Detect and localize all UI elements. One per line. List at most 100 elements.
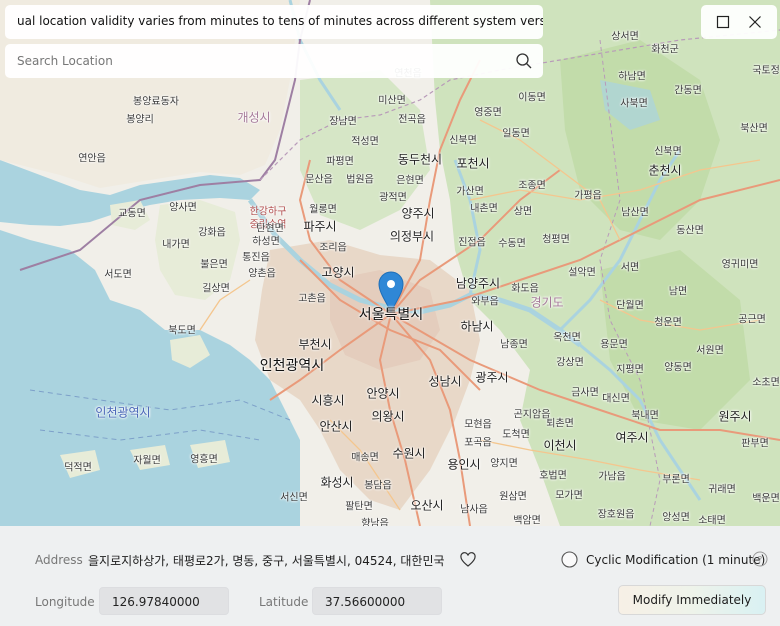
maximize-icon[interactable] <box>714 13 732 31</box>
place-label: 금사면 <box>571 387 599 399</box>
search-bar[interactable] <box>5 44 543 78</box>
place-label: 상면 <box>513 206 533 218</box>
place-label: 파평면 <box>326 156 354 168</box>
place-label: 양주시 <box>401 206 435 221</box>
place-label: 모현읍 <box>464 419 492 431</box>
place-label: 귀래면 <box>708 484 736 496</box>
place-label: 청운면 <box>654 317 682 329</box>
longitude-label: Longitude <box>35 595 95 609</box>
place-label: 월롱면 <box>309 204 337 216</box>
place-label: 신북면 <box>449 135 477 147</box>
place-label: 진접읍 <box>458 237 486 249</box>
place-label: 신북면 <box>654 146 682 158</box>
place-label: 백암면 <box>513 515 541 527</box>
location-panel: Address 을지로지하상가, 태평로2가, 명동, 중구, 서울특별시, 0… <box>0 526 780 626</box>
place-label: 지평면 <box>616 364 644 376</box>
place-label: 문산읍 <box>305 174 333 186</box>
place-label: 소태면 <box>698 515 726 527</box>
place-label: 교동면 <box>118 208 146 220</box>
place-label: 고양시 <box>321 265 355 280</box>
notice-banner: ual location validity varies from minute… <box>5 5 543 39</box>
place-label: 화성시 <box>320 475 354 490</box>
place-label: 부론면 <box>662 474 690 486</box>
place-label: 양지면 <box>490 458 518 470</box>
notice-text: ual location validity varies from minute… <box>17 14 543 28</box>
place-label: 봉담읍 <box>364 480 392 492</box>
place-label: 북내면 <box>631 410 659 422</box>
place-label: 불은면 <box>200 259 228 271</box>
place-label: 가평읍 <box>574 190 602 202</box>
place-label: 서원면 <box>696 345 724 357</box>
svg-text:?: ? <box>758 556 763 566</box>
place-label: 양촌읍 <box>248 268 276 280</box>
place-label: 파주시 <box>303 219 337 234</box>
place-label: 개성시 <box>237 110 271 125</box>
search-icon[interactable] <box>515 52 533 70</box>
modify-immediately-button[interactable]: Modify Immediately <box>618 585 766 615</box>
place-label: 포천시 <box>456 156 490 171</box>
place-label: 전곡읍 <box>398 114 426 126</box>
place-label: 남종면 <box>500 339 528 351</box>
place-label: 조리읍 <box>319 242 347 254</box>
latitude-value: 37.56600000 <box>325 595 406 609</box>
cyclic-modification-label[interactable]: Cyclic Modification (1 minute) <box>586 553 765 567</box>
place-label: 판부면 <box>741 438 769 450</box>
radio-unchecked-icon[interactable] <box>561 551 578 568</box>
place-label: 안양시 <box>366 386 400 401</box>
place-label: 동두천시 <box>397 152 443 167</box>
place-label: 법원읍 <box>346 174 374 186</box>
address-value: 을지로지하상가, 태평로2가, 명동, 중구, 서울특별시, 04524, 대한… <box>88 554 445 568</box>
place-label: 영귀미면 <box>721 259 759 271</box>
place-label: 퇴촌면 <box>546 418 574 430</box>
place-label: 원주시 <box>718 409 752 424</box>
close-icon[interactable] <box>746 13 764 31</box>
place-label: 경기도 <box>530 295 564 310</box>
search-input[interactable] <box>5 44 505 78</box>
place-label: 광주시 <box>475 370 509 385</box>
place-label: 남산면 <box>621 207 649 219</box>
place-label: 용문면 <box>600 339 628 351</box>
place-label: 서신면 <box>280 492 308 504</box>
place-label: 하남시 <box>460 319 494 334</box>
place-label: 설악면 <box>568 267 596 279</box>
place-label: 인천광역시 <box>95 405 151 420</box>
place-label: 수원시 <box>392 446 426 461</box>
place-label: 내가면 <box>162 239 190 251</box>
place-label: 향남읍 <box>361 518 389 527</box>
place-label: 자월면 <box>133 455 161 467</box>
place-label: 서울특별시 <box>358 307 424 323</box>
heart-icon[interactable] <box>460 552 476 568</box>
place-label: 시흥시 <box>311 393 345 408</box>
place-label: 북산면 <box>740 123 768 135</box>
place-label: 조종면 <box>518 180 546 192</box>
place-label: 매송면 <box>351 452 379 464</box>
longitude-value: 126.97840000 <box>112 595 200 609</box>
place-label: 앙성면 <box>662 512 690 524</box>
place-label: 춘천시 <box>648 163 682 178</box>
place-label: 연안읍 <box>78 153 106 165</box>
place-label: 가남읍 <box>598 471 626 483</box>
latitude-field[interactable]: 37.56600000 <box>312 587 442 615</box>
latitude-label: Latitude <box>259 595 309 609</box>
place-label: 강상면 <box>556 357 584 369</box>
longitude-field[interactable]: 126.97840000 <box>99 587 229 615</box>
place-label: 장호원읍 <box>597 509 635 521</box>
place-label: 사북면 <box>620 98 648 110</box>
place-label: 백운면 <box>752 493 780 505</box>
place-label: 청평면 <box>542 234 570 246</box>
place-label: 화천군 <box>651 44 679 56</box>
place-label: 의왕시 <box>371 409 405 424</box>
place-label: 인천광역시 <box>259 358 325 374</box>
place-label: 옥천면 <box>553 332 581 344</box>
place-label: 봉양료동자 <box>133 96 179 108</box>
address-label: Address <box>35 553 83 567</box>
place-label: 적성면 <box>351 136 379 148</box>
place-label: 곤지암읍 <box>513 409 551 421</box>
place-label: 미산면 <box>378 95 406 107</box>
question-circle-icon[interactable]: ? <box>752 551 768 567</box>
place-label: 단월면 <box>616 300 644 312</box>
map-view[interactable]: 상서면 화천군 하남면 국토정 간동면 사북면 북산면 신북면 춘천시 남산면 동산면 서면 영귀미면 남… <box>0 0 780 526</box>
place-label: 부천시 <box>298 337 332 352</box>
map-background <box>0 0 780 526</box>
place-label: 와부읍 <box>471 296 499 308</box>
